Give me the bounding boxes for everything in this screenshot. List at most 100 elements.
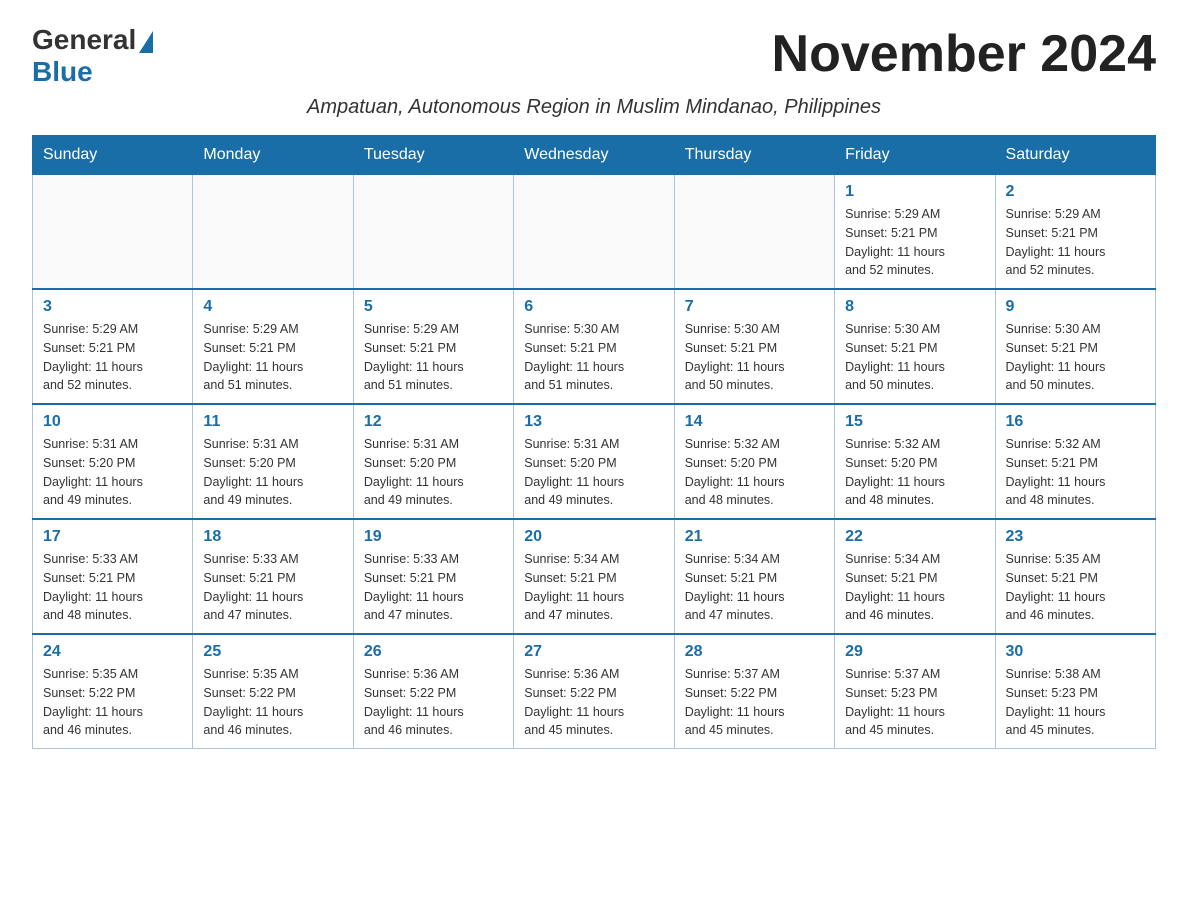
calendar-cell: 2 Sunrise: 5:29 AM Sunset: 5:21 PM Daylig… [995,175,1155,290]
day-number: 4 [203,298,342,316]
day-info: Sunrise: 5:35 AM Sunset: 5:22 PM Dayligh… [203,665,342,740]
calendar-week-row: 3 Sunrise: 5:29 AM Sunset: 5:21 PM Daylig… [33,289,1156,404]
calendar-table: SundayMondayTuesdayWednesdayThursdayFrid… [32,135,1156,749]
logo-general-text: General [32,24,136,56]
logo: General Blue [32,24,153,88]
day-info: Sunrise: 5:31 AM Sunset: 5:20 PM Dayligh… [203,435,342,510]
day-info: Sunrise: 5:32 AM Sunset: 5:21 PM Dayligh… [1006,435,1145,510]
day-info: Sunrise: 5:29 AM Sunset: 5:21 PM Dayligh… [1006,205,1145,280]
day-info: Sunrise: 5:38 AM Sunset: 5:23 PM Dayligh… [1006,665,1145,740]
day-info: Sunrise: 5:37 AM Sunset: 5:23 PM Dayligh… [845,665,984,740]
day-number: 2 [1006,183,1145,201]
calendar-cell: 5 Sunrise: 5:29 AM Sunset: 5:21 PM Daylig… [353,289,513,404]
day-info: Sunrise: 5:36 AM Sunset: 5:22 PM Dayligh… [364,665,503,740]
calendar-cell: 22 Sunrise: 5:34 AM Sunset: 5:21 PM Dayli… [835,519,995,634]
day-info: Sunrise: 5:29 AM Sunset: 5:21 PM Dayligh… [364,320,503,395]
day-info: Sunrise: 5:32 AM Sunset: 5:20 PM Dayligh… [845,435,984,510]
day-info: Sunrise: 5:31 AM Sunset: 5:20 PM Dayligh… [43,435,182,510]
day-info: Sunrise: 5:34 AM Sunset: 5:21 PM Dayligh… [845,550,984,625]
calendar-cell: 20 Sunrise: 5:34 AM Sunset: 5:21 PM Dayli… [514,519,674,634]
day-number: 29 [845,643,984,661]
day-info: Sunrise: 5:29 AM Sunset: 5:21 PM Dayligh… [203,320,342,395]
day-number: 26 [364,643,503,661]
column-header-thursday: Thursday [674,136,834,175]
calendar-cell [33,175,193,290]
calendar-cell: 26 Sunrise: 5:36 AM Sunset: 5:22 PM Dayli… [353,634,513,749]
month-title: November 2024 [772,24,1156,84]
day-info: Sunrise: 5:30 AM Sunset: 5:21 PM Dayligh… [685,320,824,395]
calendar-week-row: 24 Sunrise: 5:35 AM Sunset: 5:22 PM Dayli… [33,634,1156,749]
calendar-week-row: 10 Sunrise: 5:31 AM Sunset: 5:20 PM Dayli… [33,404,1156,519]
calendar-cell: 27 Sunrise: 5:36 AM Sunset: 5:22 PM Dayli… [514,634,674,749]
day-number: 11 [203,413,342,431]
calendar-cell: 19 Sunrise: 5:33 AM Sunset: 5:21 PM Dayli… [353,519,513,634]
column-header-saturday: Saturday [995,136,1155,175]
day-number: 13 [524,413,663,431]
day-info: Sunrise: 5:34 AM Sunset: 5:21 PM Dayligh… [524,550,663,625]
day-info: Sunrise: 5:35 AM Sunset: 5:21 PM Dayligh… [1006,550,1145,625]
day-info: Sunrise: 5:35 AM Sunset: 5:22 PM Dayligh… [43,665,182,740]
calendar-cell [514,175,674,290]
logo-triangle-icon [139,31,153,53]
column-header-friday: Friday [835,136,995,175]
day-number: 10 [43,413,182,431]
calendar-cell: 12 Sunrise: 5:31 AM Sunset: 5:20 PM Dayli… [353,404,513,519]
day-info: Sunrise: 5:31 AM Sunset: 5:20 PM Dayligh… [364,435,503,510]
calendar-cell: 16 Sunrise: 5:32 AM Sunset: 5:21 PM Dayli… [995,404,1155,519]
calendar-cell: 6 Sunrise: 5:30 AM Sunset: 5:21 PM Daylig… [514,289,674,404]
day-number: 30 [1006,643,1145,661]
day-number: 5 [364,298,503,316]
calendar-cell: 18 Sunrise: 5:33 AM Sunset: 5:21 PM Dayli… [193,519,353,634]
day-number: 15 [845,413,984,431]
day-info: Sunrise: 5:36 AM Sunset: 5:22 PM Dayligh… [524,665,663,740]
day-number: 20 [524,528,663,546]
day-number: 7 [685,298,824,316]
day-info: Sunrise: 5:30 AM Sunset: 5:21 PM Dayligh… [524,320,663,395]
day-number: 1 [845,183,984,201]
calendar-cell: 10 Sunrise: 5:31 AM Sunset: 5:20 PM Dayli… [33,404,193,519]
calendar-cell [353,175,513,290]
calendar-cell: 28 Sunrise: 5:37 AM Sunset: 5:22 PM Dayli… [674,634,834,749]
column-header-monday: Monday [193,136,353,175]
day-number: 23 [1006,528,1145,546]
calendar-cell: 1 Sunrise: 5:29 AM Sunset: 5:21 PM Daylig… [835,175,995,290]
day-number: 17 [43,528,182,546]
day-info: Sunrise: 5:33 AM Sunset: 5:21 PM Dayligh… [364,550,503,625]
day-number: 12 [364,413,503,431]
page-header: General Blue November 2024 [32,24,1156,88]
subtitle: Ampatuan, Autonomous Region in Muslim Mi… [32,96,1156,119]
calendar-cell [674,175,834,290]
day-info: Sunrise: 5:33 AM Sunset: 5:21 PM Dayligh… [43,550,182,625]
day-info: Sunrise: 5:29 AM Sunset: 5:21 PM Dayligh… [845,205,984,280]
day-number: 16 [1006,413,1145,431]
logo-blue-text: Blue [32,56,93,88]
day-number: 24 [43,643,182,661]
calendar-cell: 13 Sunrise: 5:31 AM Sunset: 5:20 PM Dayli… [514,404,674,519]
day-number: 8 [845,298,984,316]
day-number: 6 [524,298,663,316]
calendar-cell: 3 Sunrise: 5:29 AM Sunset: 5:21 PM Daylig… [33,289,193,404]
day-info: Sunrise: 5:33 AM Sunset: 5:21 PM Dayligh… [203,550,342,625]
day-info: Sunrise: 5:34 AM Sunset: 5:21 PM Dayligh… [685,550,824,625]
day-info: Sunrise: 5:30 AM Sunset: 5:21 PM Dayligh… [845,320,984,395]
column-header-wednesday: Wednesday [514,136,674,175]
day-info: Sunrise: 5:31 AM Sunset: 5:20 PM Dayligh… [524,435,663,510]
calendar-cell: 8 Sunrise: 5:30 AM Sunset: 5:21 PM Daylig… [835,289,995,404]
calendar-header-row: SundayMondayTuesdayWednesdayThursdayFrid… [33,136,1156,175]
calendar-week-row: 1 Sunrise: 5:29 AM Sunset: 5:21 PM Daylig… [33,175,1156,290]
calendar-cell: 24 Sunrise: 5:35 AM Sunset: 5:22 PM Dayli… [33,634,193,749]
day-number: 25 [203,643,342,661]
day-info: Sunrise: 5:32 AM Sunset: 5:20 PM Dayligh… [685,435,824,510]
day-number: 27 [524,643,663,661]
calendar-cell: 29 Sunrise: 5:37 AM Sunset: 5:23 PM Dayli… [835,634,995,749]
column-header-tuesday: Tuesday [353,136,513,175]
day-number: 28 [685,643,824,661]
day-number: 19 [364,528,503,546]
day-number: 18 [203,528,342,546]
calendar-week-row: 17 Sunrise: 5:33 AM Sunset: 5:21 PM Dayli… [33,519,1156,634]
day-number: 22 [845,528,984,546]
day-number: 3 [43,298,182,316]
calendar-cell: 4 Sunrise: 5:29 AM Sunset: 5:21 PM Daylig… [193,289,353,404]
day-info: Sunrise: 5:37 AM Sunset: 5:22 PM Dayligh… [685,665,824,740]
day-info: Sunrise: 5:29 AM Sunset: 5:21 PM Dayligh… [43,320,182,395]
